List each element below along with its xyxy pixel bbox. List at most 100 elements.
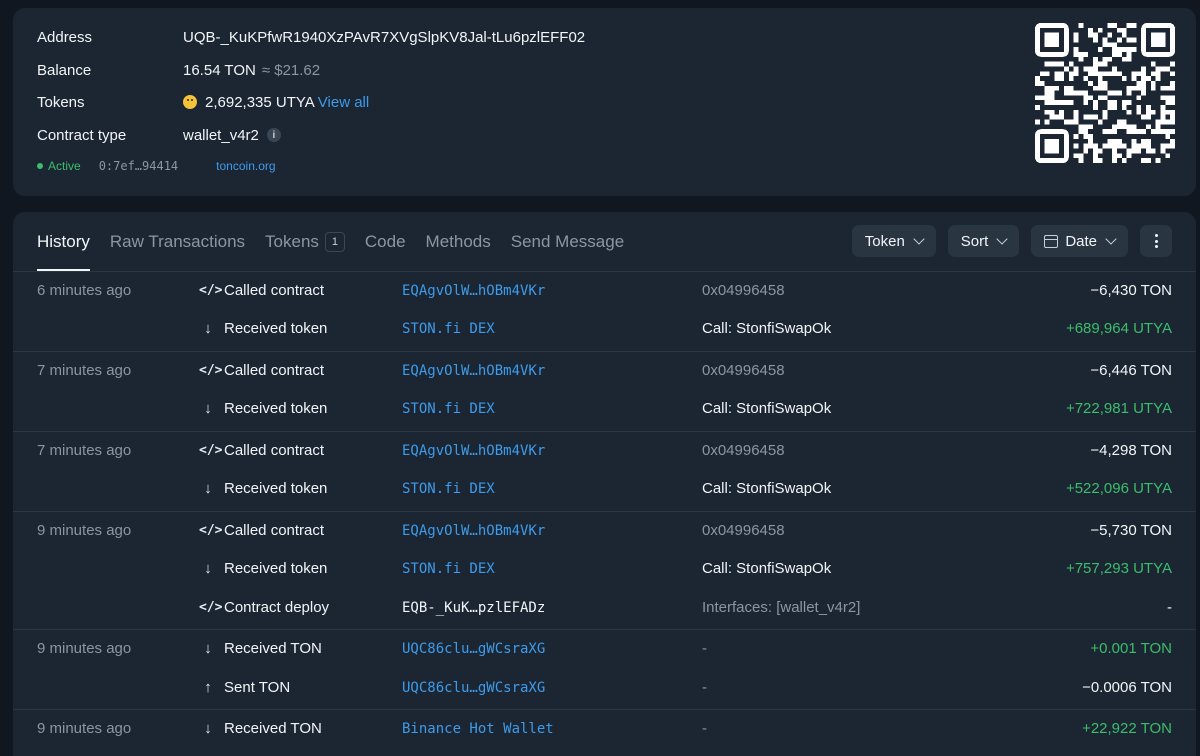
tokens-count-badge: 1 — [324, 232, 345, 252]
tx-action: Received token — [224, 320, 328, 337]
tx-meta: 0x04996458 — [702, 282, 785, 299]
chevron-down-icon — [1105, 233, 1117, 245]
tokens-row: Tokens 2,692,335 UTYA View all — [37, 92, 369, 112]
table-row[interactable]: ↓ Received token STON.fi DEX Call: StonfiSw… — [13, 550, 1196, 588]
tx-time: 9 minutes ago — [37, 522, 132, 539]
tx-counterparty-link[interactable]: Binance Hot Wallet — [402, 721, 554, 737]
history-card: History Raw Transactions Tokens 1 Code Me… — [13, 212, 1196, 756]
tab-label: Send Message — [510, 232, 625, 251]
tx-counterparty-link[interactable]: STON.fi DEX — [402, 481, 495, 497]
arrow-down-icon: ↓ — [204, 720, 212, 737]
tx-counterparty-link[interactable]: STON.fi DEX — [402, 561, 495, 577]
tab-label: Code — [364, 232, 406, 251]
tab-code[interactable]: Code — [365, 232, 406, 252]
code-icon: </> — [199, 523, 223, 538]
tab-label: Raw Transactions — [109, 232, 246, 251]
address-row: Address UQB-_KuKPfwR1940XzPAvR7XVgSlpKV8… — [37, 27, 585, 47]
table-row[interactable]: </> Contract deploy EQB-_KuK…pzlEFADz Inter… — [13, 589, 1196, 627]
token-filter-button[interactable]: Token — [851, 225, 936, 257]
table-row[interactable]: ↑ Sent TON UQC86clu…gWCsraXG - −0.0006 TON — [13, 669, 1196, 707]
tx-meta: 0x04996458 — [702, 522, 785, 539]
tab-methods[interactable]: Methods — [426, 232, 491, 252]
tx-amount: +689,964 UTYA — [1065, 320, 1172, 337]
tx-amount: −6,430 TON — [1090, 282, 1172, 299]
tx-counterparty-link[interactable]: STON.fi DEX — [402, 321, 495, 337]
tx-counterparty-link[interactable]: EQAgvOlW…hOBm4VKr — [402, 443, 545, 459]
tx-amount: −0.0006 TON — [1082, 679, 1172, 696]
tx-counterparty-link[interactable]: STON.fi DEX — [402, 401, 495, 417]
tx-action: Called contract — [224, 522, 325, 539]
arrow-down-icon: ↓ — [204, 480, 212, 497]
tx-amount: +522,096 UTYA — [1065, 480, 1172, 497]
tx-amount: - — [1167, 599, 1172, 616]
tx-counterparty-link[interactable]: UQC86clu…gWCsraXG — [402, 641, 545, 657]
tx-meta: - — [702, 720, 707, 737]
tx-action: Contract deploy — [224, 599, 330, 616]
tx-meta: Call: StonfiSwapOk — [702, 320, 832, 337]
table-row[interactable]: ↓ Received token STON.fi DEX Call: StonfiSw… — [13, 310, 1196, 348]
table-row[interactable]: ↓ Received token STON.fi DEX Call: StonfiSw… — [13, 390, 1196, 428]
table-row[interactable]: 6 minutes ago </> Called contract EQAgvOlW…… — [13, 272, 1196, 310]
state-hash[interactable]: 0:7ef…94414 — [99, 159, 178, 173]
tx-amount: +0.001 TON — [1090, 640, 1172, 657]
tab-tokens[interactable]: Tokens 1 — [265, 232, 345, 252]
account-info-card: Address UQB-_KuKPfwR1940XzPAvR7XVgSlpKV8… — [13, 8, 1196, 196]
table-row[interactable]: ↓ Received token STON.fi DEX Call: StonfiSw… — [13, 470, 1196, 508]
sort-button[interactable]: Sort — [947, 225, 1020, 257]
balance-value: 16.54 TON — [183, 61, 256, 79]
tx-amount: +722,981 UTYA — [1065, 400, 1172, 417]
qr-code[interactable] — [1035, 23, 1175, 163]
site-link[interactable]: toncoin.org — [216, 159, 275, 173]
code-icon: </> — [199, 363, 223, 378]
tab-label: History — [37, 232, 90, 251]
tx-amount: +22,922 TON — [1082, 720, 1172, 737]
table-row[interactable]: 7 minutes ago </> Called contract EQAgvOlW…… — [13, 432, 1196, 470]
tx-counterparty-link[interactable]: EQAgvOlW…hOBm4VKr — [402, 283, 545, 299]
filter-bar: Token Sort Date — [851, 225, 1172, 257]
more-options-button[interactable] — [1140, 225, 1172, 257]
tx-action: Called contract — [224, 362, 325, 379]
tx-amount: −6,446 TON — [1090, 362, 1172, 379]
tx-time: 7 minutes ago — [37, 442, 132, 459]
tab-raw-transactions[interactable]: Raw Transactions — [110, 232, 245, 252]
tx-time: 7 minutes ago — [37, 362, 132, 379]
balance-label: Balance — [37, 61, 92, 79]
tx-counterparty-link[interactable]: EQAgvOlW…hOBm4VKr — [402, 523, 545, 539]
tx-action: Received token — [224, 560, 328, 577]
tab-send-message[interactable]: Send Message — [511, 232, 624, 252]
status-badge: Active — [48, 159, 81, 173]
info-icon[interactable]: i — [266, 128, 281, 142]
date-filter-button[interactable]: Date — [1031, 225, 1128, 257]
tx-action: Received token — [224, 400, 328, 417]
view-all-tokens-link[interactable]: View all — [318, 94, 369, 111]
tx-counterparty-link[interactable]: EQAgvOlW…hOBm4VKr — [402, 363, 545, 379]
tx-time: 6 minutes ago — [37, 282, 132, 299]
tx-meta: Call: StonfiSwapOk — [702, 480, 832, 497]
arrow-down-icon: ↓ — [204, 320, 212, 337]
tx-counterparty-link[interactable]: UQC86clu…gWCsraXG — [402, 680, 545, 696]
tx-meta: 0x04996458 — [702, 442, 785, 459]
tx-amount: +757,293 UTYA — [1065, 560, 1172, 577]
tx-meta: - — [702, 640, 707, 657]
tx-time: 9 minutes ago — [37, 640, 132, 657]
tx-meta: - — [702, 679, 707, 696]
table-row[interactable]: 9 minutes ago ↓ Received TON Binance Hot Wa… — [13, 710, 1196, 748]
table-row[interactable]: 7 minutes ago </> Called contract EQAgvOlW…… — [13, 352, 1196, 390]
arrow-down-icon: ↓ — [204, 400, 212, 417]
utya-token-icon — [183, 95, 197, 109]
arrow-down-icon: ↓ — [204, 560, 212, 577]
tab-history[interactable]: History — [37, 232, 90, 271]
row-group-divider — [13, 709, 1196, 710]
table-row[interactable]: 9 minutes ago ↓ Received TON UQC86clu…gWCsr… — [13, 630, 1196, 668]
table-row[interactable]: 9 minutes ago </> Called contract EQAgvOlW…… — [13, 512, 1196, 550]
address-value[interactable]: UQB-_KuKPfwR1940XzPAvR7XVgSlpKV8Jal-tLu6… — [183, 29, 585, 46]
tx-amount: −4,298 TON — [1090, 442, 1172, 459]
code-icon: </> — [199, 600, 223, 615]
row-group-divider — [13, 431, 1196, 432]
tx-counterparty-link[interactable]: EQB-_KuK…pzlEFADz — [402, 600, 545, 616]
tx-action: Received TON — [224, 720, 322, 737]
sort-label: Sort — [960, 232, 989, 250]
address-label: Address — [37, 28, 93, 46]
chevron-down-icon — [996, 233, 1008, 245]
contract-type-value: wallet_v4r2 — [183, 126, 259, 144]
